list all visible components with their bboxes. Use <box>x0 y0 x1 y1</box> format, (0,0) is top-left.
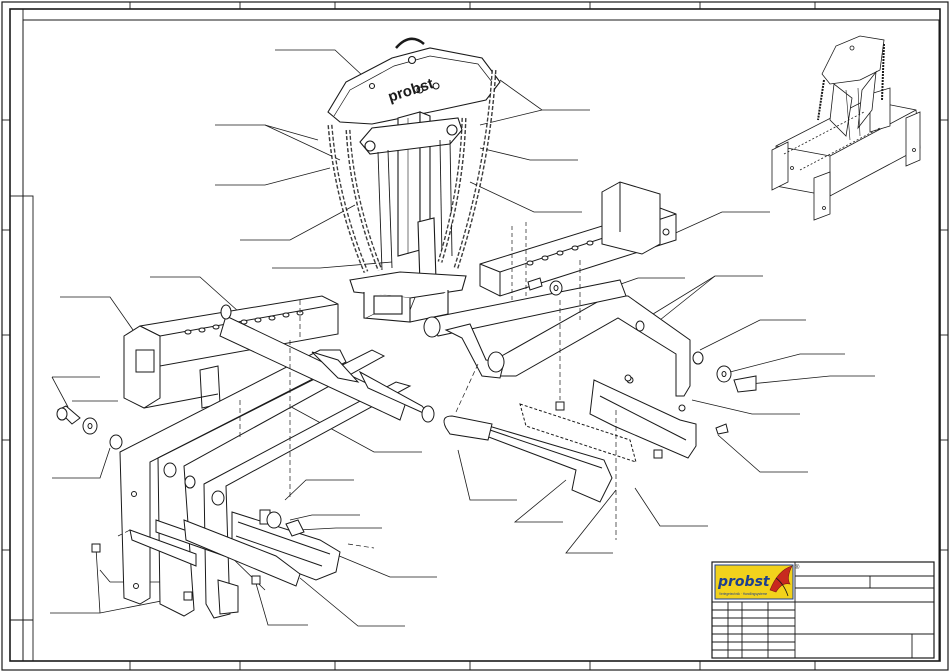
exploded-assembly-drawing: ® probst Verlegetechnik · Handlingsystem… <box>1 1 949 671</box>
nut-right <box>692 351 704 365</box>
nut-left <box>109 434 123 450</box>
hex-bolt-right <box>733 375 757 393</box>
logo-tagline: Verlegetechnik · Handlingsysteme <box>719 592 767 596</box>
logo-wordmark: probst <box>717 574 771 590</box>
chain-left-outer <box>327 124 369 273</box>
assembled-view-thumbnail <box>771 35 921 221</box>
registered-mark: ® <box>795 564 800 571</box>
probst-logo: probst Verlegetechnik · Handlingsysteme <box>714 564 794 600</box>
